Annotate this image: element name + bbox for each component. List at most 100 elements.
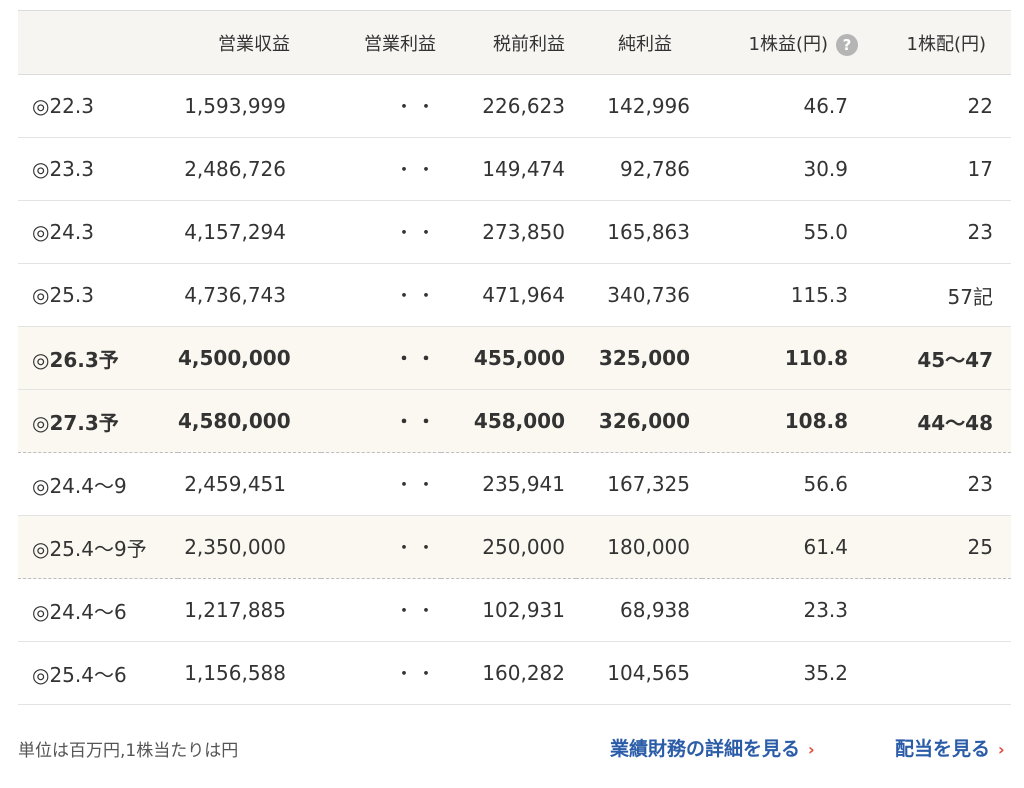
eps-cell: 108.8 (702, 389, 868, 453)
operating-profit-cell: ・・ (321, 200, 441, 264)
header-period (18, 10, 178, 75)
eps-cell: 115.3 (702, 263, 868, 327)
revenue-cell: 4,736,743 (178, 263, 321, 327)
dps-cell (868, 578, 1011, 642)
earnings-table: 営業収益 営業利益 税前利益 純利益 1株益(円)? 1株配(円) ◎22.3 1… (18, 10, 1011, 705)
table-footer: 単位は百万円,1株当たりは円 業績財務の詳細を見る › 配当を見る › (18, 736, 1011, 764)
revenue-cell: 2,350,000 (178, 515, 321, 579)
dps-cell: 23 (868, 200, 1011, 264)
question-circle-icon[interactable]: ? (836, 33, 858, 56)
header-pretax-profit: 税前利益 (441, 10, 576, 75)
header-operating-profit: 営業利益 (321, 10, 441, 75)
net-profit-cell: 92,786 (576, 137, 702, 201)
pretax-profit-cell: 455,000 (441, 326, 576, 390)
table-row: ◎23.3 2,486,726 ・・ 149,474 92,786 30.9 17 (18, 137, 1011, 201)
net-profit-cell: 165,863 (576, 200, 702, 264)
table-header-row: 営業収益 営業利益 税前利益 純利益 1株益(円)? 1株配(円) (18, 10, 1011, 75)
table-row: ◎24.4〜6 1,217,885 ・・ 102,931 68,938 23.3 (18, 578, 1011, 642)
period-cell: ◎22.3 (18, 74, 178, 138)
dps-cell: 25 (868, 515, 1011, 579)
unit-note: 単位は百万円,1株当たりは円 (18, 741, 239, 761)
table-row: ◎27.3予 4,580,000 ・・ 458,000 326,000 108.8 44〜4… (18, 389, 1011, 453)
header-revenue: 営業収益 (178, 10, 321, 75)
header-eps-label: 1株益(円) (748, 33, 829, 55)
operating-profit-cell: ・・ (321, 578, 441, 642)
header-eps: 1株益(円)? (702, 10, 868, 75)
dps-cell: 45〜47 (868, 326, 1011, 390)
eps-cell: 55.0 (702, 200, 868, 264)
header-dps: 1株配(円) (868, 10, 1011, 75)
net-profit-cell: 326,000 (576, 389, 702, 453)
chevron-right-icon: › (998, 740, 1005, 759)
eps-cell: 23.3 (702, 578, 868, 642)
earnings-table-container: 営業収益 営業利益 税前利益 純利益 1株益(円)? 1株配(円) ◎22.3 1… (18, 10, 1011, 705)
pretax-profit-cell: 458,000 (441, 389, 576, 453)
operating-profit-cell: ・・ (321, 641, 441, 705)
period-cell: ◎25.4〜9予 (18, 515, 178, 579)
revenue-cell: 2,459,451 (178, 452, 321, 516)
operating-profit-cell: ・・ (321, 137, 441, 201)
table-body: ◎22.3 1,593,999 ・・ 226,623 142,996 46.7 22 ◎23.… (18, 74, 1011, 705)
revenue-cell: 2,486,726 (178, 137, 321, 201)
revenue-cell: 1,593,999 (178, 74, 321, 138)
period-cell: ◎26.3予 (18, 326, 178, 390)
dps-cell: 23 (868, 452, 1011, 516)
dividend-link[interactable]: 配当を見る › (895, 734, 1005, 761)
period-cell: ◎25.4〜6 (18, 641, 178, 705)
operating-profit-cell: ・・ (321, 74, 441, 138)
operating-profit-cell: ・・ (321, 452, 441, 516)
period-cell: ◎25.3 (18, 263, 178, 327)
table-row: ◎25.3 4,736,743 ・・ 471,964 340,736 115.3 57記 (18, 263, 1011, 327)
eps-cell: 35.2 (702, 641, 868, 705)
header-net-profit: 純利益 (576, 10, 702, 75)
eps-cell: 61.4 (702, 515, 868, 579)
period-cell: ◎24.3 (18, 200, 178, 264)
earnings-details-link-label: 業績財務の詳細を見る (610, 738, 801, 760)
table-row: ◎26.3予 4,500,000 ・・ 455,000 325,000 110.8 45〜4… (18, 326, 1011, 390)
revenue-cell: 1,156,588 (178, 641, 321, 705)
eps-cell: 30.9 (702, 137, 868, 201)
dps-cell: 44〜48 (868, 389, 1011, 453)
revenue-cell: 4,500,000 (178, 326, 321, 390)
operating-profit-cell: ・・ (321, 263, 441, 327)
table-row: ◎24.3 4,157,294 ・・ 273,850 165,863 55.0 23 (18, 200, 1011, 264)
eps-cell: 56.6 (702, 452, 868, 516)
pretax-profit-cell: 160,282 (441, 641, 576, 705)
eps-cell: 46.7 (702, 74, 868, 138)
net-profit-cell: 340,736 (576, 263, 702, 327)
dps-cell: 57記 (868, 263, 1011, 327)
period-cell: ◎23.3 (18, 137, 178, 201)
period-cell: ◎24.4〜9 (18, 452, 178, 516)
operating-profit-cell: ・・ (321, 326, 441, 390)
dps-cell: 17 (868, 137, 1011, 201)
revenue-cell: 1,217,885 (178, 578, 321, 642)
revenue-cell: 4,580,000 (178, 389, 321, 453)
table-row: ◎22.3 1,593,999 ・・ 226,623 142,996 46.7 22 (18, 74, 1011, 138)
pretax-profit-cell: 102,931 (441, 578, 576, 642)
table-row: ◎25.4〜9予 2,350,000 ・・ 250,000 180,000 61.4 25 (18, 515, 1011, 579)
net-profit-cell: 68,938 (576, 578, 702, 642)
earnings-details-link[interactable]: 業績財務の詳細を見る › (610, 734, 815, 761)
table-row: ◎25.4〜6 1,156,588 ・・ 160,282 104,565 35.2 (18, 641, 1011, 705)
operating-profit-cell: ・・ (321, 515, 441, 579)
period-cell: ◎24.4〜6 (18, 578, 178, 642)
period-cell: ◎27.3予 (18, 389, 178, 453)
revenue-cell: 4,157,294 (178, 200, 321, 264)
net-profit-cell: 167,325 (576, 452, 702, 516)
pretax-profit-cell: 250,000 (441, 515, 576, 579)
pretax-profit-cell: 226,623 (441, 74, 576, 138)
net-profit-cell: 325,000 (576, 326, 702, 390)
eps-cell: 110.8 (702, 326, 868, 390)
dps-cell: 22 (868, 74, 1011, 138)
pretax-profit-cell: 149,474 (441, 137, 576, 201)
table-row: ◎24.4〜9 2,459,451 ・・ 235,941 167,325 56.6 23 (18, 452, 1011, 516)
net-profit-cell: 180,000 (576, 515, 702, 579)
operating-profit-cell: ・・ (321, 389, 441, 453)
pretax-profit-cell: 273,850 (441, 200, 576, 264)
net-profit-cell: 104,565 (576, 641, 702, 705)
pretax-profit-cell: 235,941 (441, 452, 576, 516)
dividend-link-label: 配当を見る (895, 738, 991, 760)
net-profit-cell: 142,996 (576, 74, 702, 138)
pretax-profit-cell: 471,964 (441, 263, 576, 327)
chevron-right-icon: › (808, 740, 815, 759)
